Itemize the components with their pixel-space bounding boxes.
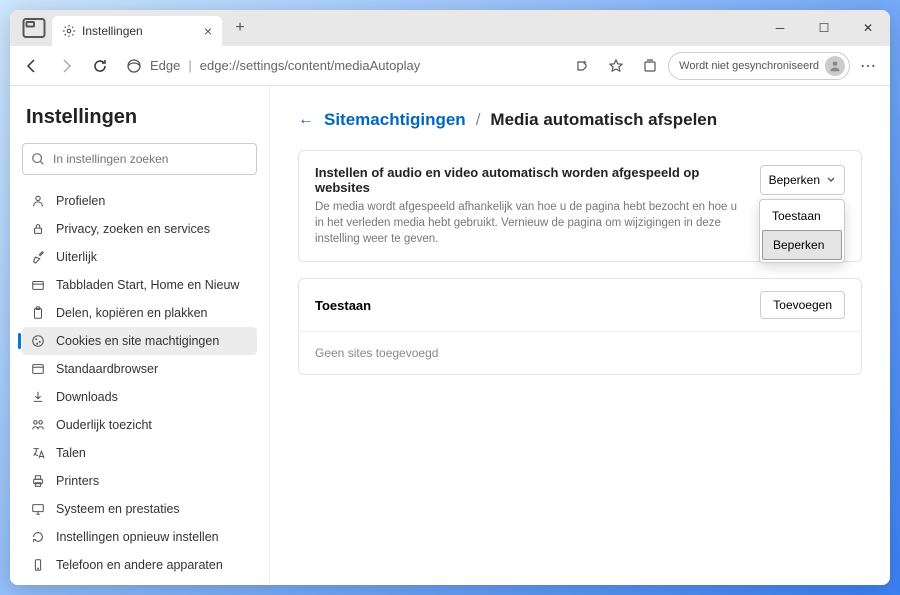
maximize-button[interactable]: ☐ xyxy=(802,10,846,46)
nav-accessibility[interactable]: Toegankelijkheid xyxy=(22,579,257,585)
search-icon xyxy=(31,152,45,166)
settings-sidebar: Instellingen Profielen Privacy, zoeken e… xyxy=(10,86,270,585)
nav-share[interactable]: Delen, kopiëren en plakken xyxy=(22,299,257,327)
tab-preview-button[interactable] xyxy=(22,16,46,40)
nav-languages[interactable]: Talen xyxy=(22,439,257,467)
cookie-icon xyxy=(30,333,46,349)
nav-reset[interactable]: Instellingen opnieuw instellen xyxy=(22,523,257,551)
close-window-button[interactable]: ✕ xyxy=(846,10,890,46)
sidebar-title: Instellingen xyxy=(22,106,257,129)
tab-strip: Instellingen × + xyxy=(10,10,758,46)
clipboard-icon xyxy=(30,305,46,321)
content-area: Instellingen Profielen Privacy, zoeken e… xyxy=(10,86,890,585)
gear-icon xyxy=(62,24,76,38)
monitor-icon xyxy=(30,501,46,517)
allow-section-empty: Geen sites toegevoegd xyxy=(298,331,862,375)
engine-label: Edge xyxy=(150,58,180,73)
read-aloud-button[interactable] xyxy=(566,50,598,82)
add-site-button[interactable]: Toevoegen xyxy=(760,291,845,319)
language-icon xyxy=(30,445,46,461)
titlebar: Instellingen × + ─ ☐ ✕ xyxy=(10,10,890,46)
download-icon xyxy=(30,389,46,405)
nav-privacy[interactable]: Privacy, zoeken en services xyxy=(22,215,257,243)
settings-main: ← Sitemachtigingen / Media automatisch a… xyxy=(270,86,890,585)
new-tab-button[interactable]: + xyxy=(226,14,254,42)
url-text: edge://settings/content/mediaAutoplay xyxy=(200,58,420,73)
allow-section: Toestaan Toevoegen Geen sites toegevoegd xyxy=(298,278,862,375)
settings-search[interactable] xyxy=(22,143,257,175)
nav-system[interactable]: Systeem en prestaties xyxy=(22,495,257,523)
lock-icon xyxy=(30,221,46,237)
address-bar: Edge | edge://settings/content/mediaAuto… xyxy=(10,46,890,86)
reload-button[interactable] xyxy=(84,50,116,82)
autoplay-dropdown: Beperken Toestaan Beperken xyxy=(760,165,845,195)
person-icon xyxy=(30,193,46,209)
nav-appearance[interactable]: Uiterlijk xyxy=(22,243,257,271)
window-controls: ─ ☐ ✕ xyxy=(758,10,890,46)
more-menu-button[interactable]: ⋯ xyxy=(852,56,884,76)
tab-title: Instellingen xyxy=(82,24,143,38)
collections-button[interactable] xyxy=(634,50,666,82)
nav-profiles[interactable]: Profielen xyxy=(22,187,257,215)
forward-button[interactable] xyxy=(50,50,82,82)
dropdown-option-allow[interactable]: Toestaan xyxy=(762,202,842,230)
autoplay-title: Instellen of audio en video automatisch … xyxy=(315,165,744,195)
dropdown-option-limit[interactable]: Beperken xyxy=(762,230,842,260)
search-input[interactable] xyxy=(53,152,248,166)
minimize-button[interactable]: ─ xyxy=(758,10,802,46)
autoplay-card: Instellen of audio en video automatisch … xyxy=(298,150,862,262)
nav-tabs[interactable]: Tabbladen Start, Home en Nieuw xyxy=(22,271,257,299)
breadcrumb-current: Media automatisch afspelen xyxy=(490,110,717,130)
nav-family[interactable]: Ouderlijk toezicht xyxy=(22,411,257,439)
tabs-icon xyxy=(30,277,46,293)
favorite-button[interactable] xyxy=(600,50,632,82)
avatar-icon xyxy=(825,56,845,76)
url-box[interactable]: Edge | edge://settings/content/mediaAuto… xyxy=(118,50,564,82)
nav-cookies[interactable]: Cookies en site machtigingen xyxy=(22,327,257,355)
printer-icon xyxy=(30,473,46,489)
close-icon[interactable]: × xyxy=(204,23,212,39)
nav-printers[interactable]: Printers xyxy=(22,467,257,495)
nav-phone[interactable]: Telefoon en andere apparaten xyxy=(22,551,257,579)
browser-window: Instellingen × + ─ ☐ ✕ Edge | edge://set… xyxy=(10,10,890,585)
autoplay-dropdown-menu: Toestaan Beperken xyxy=(759,199,845,263)
chevron-down-icon xyxy=(826,175,836,185)
breadcrumb-back-button[interactable]: ← xyxy=(298,111,314,129)
settings-nav: Profielen Privacy, zoeken en services Ui… xyxy=(22,187,257,585)
breadcrumb-parent-link[interactable]: Sitemachtigingen xyxy=(324,110,466,130)
family-icon xyxy=(30,417,46,433)
back-button[interactable] xyxy=(16,50,48,82)
autoplay-description: De media wordt afgespeeld afhankelijk va… xyxy=(315,199,744,247)
brush-icon xyxy=(30,249,46,265)
nav-downloads[interactable]: Downloads xyxy=(22,383,257,411)
tab-settings[interactable]: Instellingen × xyxy=(52,16,222,46)
breadcrumb: ← Sitemachtigingen / Media automatisch a… xyxy=(298,110,862,130)
browser-icon xyxy=(30,361,46,377)
sync-label: Wordt niet gesynchroniseerd xyxy=(679,60,819,72)
profile-sync-pill[interactable]: Wordt niet gesynchroniseerd xyxy=(668,52,850,80)
autoplay-dropdown-button[interactable]: Beperken xyxy=(760,165,845,195)
nav-default-browser[interactable]: Standaardbrowser xyxy=(22,355,257,383)
phone-icon xyxy=(30,557,46,573)
allow-section-title: Toestaan xyxy=(315,298,371,313)
reset-icon xyxy=(30,529,46,545)
edge-icon xyxy=(126,58,142,74)
